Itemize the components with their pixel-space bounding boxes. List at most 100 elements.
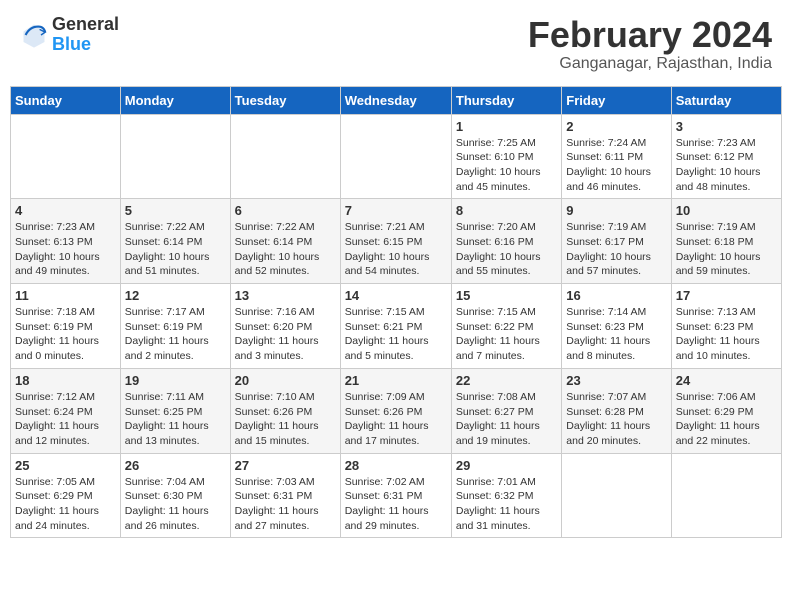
- day-info: Sunrise: 7:20 AM Sunset: 6:16 PM Dayligh…: [456, 220, 557, 279]
- day-number: 26: [125, 458, 226, 473]
- day-number: 24: [676, 373, 777, 388]
- calendar-cell: 11 Sunrise: 7:18 AM Sunset: 6:19 PM Dayli…: [11, 284, 121, 369]
- location-text: Ganganagar, Rajasthan, India: [528, 55, 772, 73]
- calendar-cell: [11, 114, 121, 199]
- day-info: Sunrise: 7:15 AM Sunset: 6:21 PM Dayligh…: [345, 305, 447, 364]
- calendar-week-3: 11 Sunrise: 7:18 AM Sunset: 6:19 PM Dayli…: [11, 284, 782, 369]
- calendar-cell: 3 Sunrise: 7:23 AM Sunset: 6:12 PM Daylig…: [671, 114, 781, 199]
- calendar-cell: 13 Sunrise: 7:16 AM Sunset: 6:20 PM Dayli…: [230, 284, 340, 369]
- day-number: 7: [345, 203, 447, 218]
- day-number: 12: [125, 288, 226, 303]
- calendar-cell: 9 Sunrise: 7:19 AM Sunset: 6:17 PM Daylig…: [562, 199, 671, 284]
- day-number: 17: [676, 288, 777, 303]
- day-of-week-saturday: Saturday: [671, 86, 781, 114]
- day-of-week-wednesday: Wednesday: [340, 86, 451, 114]
- day-info: Sunrise: 7:19 AM Sunset: 6:18 PM Dayligh…: [676, 220, 777, 279]
- calendar-cell: 28Sunrise: 7:02 AM Sunset: 6:31 PM Dayli…: [340, 453, 451, 538]
- calendar-cell: [340, 114, 451, 199]
- day-info: Sunrise: 7:15 AM Sunset: 6:22 PM Dayligh…: [456, 305, 557, 364]
- month-year-title: February 2024: [528, 15, 772, 55]
- calendar-cell: [120, 114, 230, 199]
- day-number: 2: [566, 119, 666, 134]
- calendar-cell: 29 Sunrise: 7:01 AM Sunset: 6:32 PM Dayli…: [451, 453, 561, 538]
- day-of-week-thursday: Thursday: [451, 86, 561, 114]
- calendar-cell: 27 Sunrise: 7:03 AM Sunset: 6:31 PM Dayli…: [230, 453, 340, 538]
- day-number: 22: [456, 373, 557, 388]
- day-info: Sunrise: 7:03 AM Sunset: 6:31 PM Dayligh…: [235, 475, 336, 534]
- day-info: Sunrise: 7:01 AM Sunset: 6:32 PM Dayligh…: [456, 475, 557, 534]
- logo-icon: [20, 21, 48, 49]
- day-number: 8: [456, 203, 557, 218]
- day-number: 21: [345, 373, 447, 388]
- day-info: Sunrise: 7:05 AM Sunset: 6:29 PM Dayligh…: [15, 475, 116, 534]
- calendar-cell: 15 Sunrise: 7:15 AM Sunset: 6:22 PM Dayli…: [451, 284, 561, 369]
- day-number: 9: [566, 203, 666, 218]
- calendar-cell: 1 Sunrise: 7:25 AM Sunset: 6:10 PM Daylig…: [451, 114, 561, 199]
- title-section: February 2024 Ganganagar, Rajasthan, Ind…: [528, 15, 772, 73]
- day-info: Sunrise: 7:18 AM Sunset: 6:19 PM Dayligh…: [15, 305, 116, 364]
- calendar-cell: 26 Sunrise: 7:04 AM Sunset: 6:30 PM Dayli…: [120, 453, 230, 538]
- calendar-cell: 20Sunrise: 7:10 AM Sunset: 6:26 PM Dayli…: [230, 368, 340, 453]
- calendar-cell: 2 Sunrise: 7:24 AM Sunset: 6:11 PM Daylig…: [562, 114, 671, 199]
- calendar-week-5: 25Sunrise: 7:05 AM Sunset: 6:29 PM Dayli…: [11, 453, 782, 538]
- page-header: General Blue February 2024 Ganganagar, R…: [10, 10, 782, 78]
- calendar-week-4: 18Sunrise: 7:12 AM Sunset: 6:24 PM Dayli…: [11, 368, 782, 453]
- calendar-cell: 18Sunrise: 7:12 AM Sunset: 6:24 PM Dayli…: [11, 368, 121, 453]
- day-info: Sunrise: 7:07 AM Sunset: 6:28 PM Dayligh…: [566, 390, 666, 449]
- calendar-header-row: SundayMondayTuesdayWednesdayThursdayFrid…: [11, 86, 782, 114]
- day-info: Sunrise: 7:23 AM Sunset: 6:13 PM Dayligh…: [15, 220, 116, 279]
- logo-general-text: General: [52, 15, 119, 35]
- calendar-cell: 4 Sunrise: 7:23 AM Sunset: 6:13 PM Daylig…: [11, 199, 121, 284]
- day-number: 27: [235, 458, 336, 473]
- day-info: Sunrise: 7:16 AM Sunset: 6:20 PM Dayligh…: [235, 305, 336, 364]
- calendar-cell: 23 Sunrise: 7:07 AM Sunset: 6:28 PM Dayli…: [562, 368, 671, 453]
- day-number: 1: [456, 119, 557, 134]
- day-of-week-friday: Friday: [562, 86, 671, 114]
- day-info: Sunrise: 7:12 AM Sunset: 6:24 PM Dayligh…: [15, 390, 116, 449]
- day-info: Sunrise: 7:22 AM Sunset: 6:14 PM Dayligh…: [125, 220, 226, 279]
- day-number: 11: [15, 288, 116, 303]
- calendar-cell: 17Sunrise: 7:13 AM Sunset: 6:23 PM Dayli…: [671, 284, 781, 369]
- calendar-week-1: 1 Sunrise: 7:25 AM Sunset: 6:10 PM Daylig…: [11, 114, 782, 199]
- calendar-cell: 10 Sunrise: 7:19 AM Sunset: 6:18 PM Dayli…: [671, 199, 781, 284]
- calendar-cell: 25Sunrise: 7:05 AM Sunset: 6:29 PM Dayli…: [11, 453, 121, 538]
- logo-blue-text: Blue: [52, 35, 119, 55]
- day-info: Sunrise: 7:21 AM Sunset: 6:15 PM Dayligh…: [345, 220, 447, 279]
- day-of-week-tuesday: Tuesday: [230, 86, 340, 114]
- day-number: 3: [676, 119, 777, 134]
- day-info: Sunrise: 7:08 AM Sunset: 6:27 PM Dayligh…: [456, 390, 557, 449]
- calendar-cell: 6Sunrise: 7:22 AM Sunset: 6:14 PM Daylig…: [230, 199, 340, 284]
- calendar-cell: 19Sunrise: 7:11 AM Sunset: 6:25 PM Dayli…: [120, 368, 230, 453]
- day-info: Sunrise: 7:25 AM Sunset: 6:10 PM Dayligh…: [456, 136, 557, 195]
- day-number: 13: [235, 288, 336, 303]
- calendar-cell: 5Sunrise: 7:22 AM Sunset: 6:14 PM Daylig…: [120, 199, 230, 284]
- calendar-week-2: 4 Sunrise: 7:23 AM Sunset: 6:13 PM Daylig…: [11, 199, 782, 284]
- day-info: Sunrise: 7:23 AM Sunset: 6:12 PM Dayligh…: [676, 136, 777, 195]
- day-number: 20: [235, 373, 336, 388]
- calendar-cell: 14Sunrise: 7:15 AM Sunset: 6:21 PM Dayli…: [340, 284, 451, 369]
- calendar-cell: 12 Sunrise: 7:17 AM Sunset: 6:19 PM Dayli…: [120, 284, 230, 369]
- day-number: 4: [15, 203, 116, 218]
- day-number: 16: [566, 288, 666, 303]
- day-number: 10: [676, 203, 777, 218]
- day-info: Sunrise: 7:06 AM Sunset: 6:29 PM Dayligh…: [676, 390, 777, 449]
- calendar-cell: 7 Sunrise: 7:21 AM Sunset: 6:15 PM Daylig…: [340, 199, 451, 284]
- day-of-week-sunday: Sunday: [11, 86, 121, 114]
- calendar-cell: [562, 453, 671, 538]
- day-info: Sunrise: 7:17 AM Sunset: 6:19 PM Dayligh…: [125, 305, 226, 364]
- day-info: Sunrise: 7:19 AM Sunset: 6:17 PM Dayligh…: [566, 220, 666, 279]
- day-of-week-monday: Monday: [120, 86, 230, 114]
- day-info: Sunrise: 7:04 AM Sunset: 6:30 PM Dayligh…: [125, 475, 226, 534]
- day-number: 23: [566, 373, 666, 388]
- calendar-cell: 16 Sunrise: 7:14 AM Sunset: 6:23 PM Dayli…: [562, 284, 671, 369]
- day-info: Sunrise: 7:02 AM Sunset: 6:31 PM Dayligh…: [345, 475, 447, 534]
- day-info: Sunrise: 7:24 AM Sunset: 6:11 PM Dayligh…: [566, 136, 666, 195]
- day-info: Sunrise: 7:09 AM Sunset: 6:26 PM Dayligh…: [345, 390, 447, 449]
- calendar-cell: 24 Sunrise: 7:06 AM Sunset: 6:29 PM Dayli…: [671, 368, 781, 453]
- calendar-cell: 8 Sunrise: 7:20 AM Sunset: 6:16 PM Daylig…: [451, 199, 561, 284]
- day-info: Sunrise: 7:14 AM Sunset: 6:23 PM Dayligh…: [566, 305, 666, 364]
- calendar-table: SundayMondayTuesdayWednesdayThursdayFrid…: [10, 86, 782, 539]
- day-number: 29: [456, 458, 557, 473]
- day-number: 15: [456, 288, 557, 303]
- logo: General Blue: [20, 15, 119, 55]
